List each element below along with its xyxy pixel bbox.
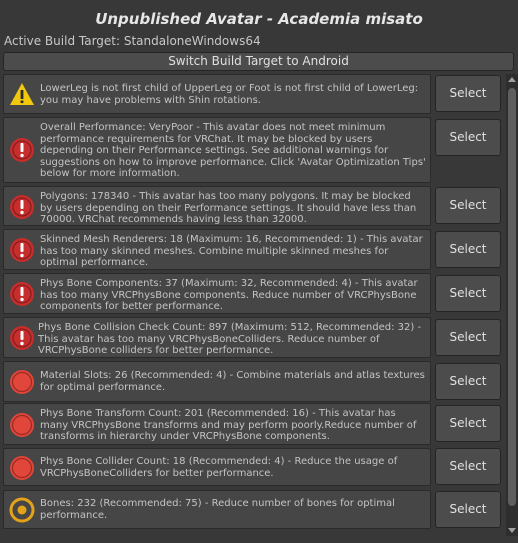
window-title: Unpublished Avatar - Academia misato <box>95 10 423 28</box>
switch-build-target-button[interactable]: Switch Build Target to Android <box>3 52 514 71</box>
red-dot-icon <box>10 456 34 480</box>
message-box: Polygons: 178340 - This avatar has too m… <box>3 186 431 226</box>
select-button[interactable]: Select <box>435 491 501 528</box>
message-row: Bones: 232 (Recommended: 75) - Reduce nu… <box>3 490 503 529</box>
select-button[interactable]: Select <box>435 119 501 156</box>
select-button[interactable]: Select <box>435 75 501 112</box>
select-button[interactable]: Select <box>435 231 501 268</box>
error-exclamation-icon <box>10 282 34 306</box>
select-button[interactable]: Select <box>435 319 501 356</box>
active-build-target-label: Active Build Target: StandaloneWindows64 <box>4 34 261 48</box>
message-text: Bones: 232 (Recommended: 75) - Reduce nu… <box>40 498 395 521</box>
red-dot-icon <box>10 370 34 394</box>
vertical-scrollbar[interactable] <box>506 74 518 536</box>
message-text: Skinned Mesh Renderers: 18 (Maximum: 16,… <box>40 234 423 268</box>
scroll-down-arrow-icon[interactable] <box>508 528 516 533</box>
message-box: Skinned Mesh Renderers: 18 (Maximum: 16,… <box>3 229 431 270</box>
error-exclamation-icon <box>10 138 34 162</box>
message-text: Phys Bone Components: 37 (Maximum: 32, R… <box>40 278 418 312</box>
message-row: Overall Performance: VeryPoor - This ava… <box>3 117 503 183</box>
message-row: Phys Bone Collision Check Count: 897 (Ma… <box>3 317 503 358</box>
select-button[interactable]: Select <box>435 187 501 224</box>
message-row: Phys Bone Collider Count: 18 (Recommende… <box>3 448 503 486</box>
message-box: Phys Bone Transform Count: 201 (Recommen… <box>3 403 431 445</box>
message-row: Polygons: 178340 - This avatar has too m… <box>3 186 503 226</box>
validation-message-list: LowerLeg is not first child of UpperLeg … <box>0 74 506 536</box>
select-button[interactable]: Select <box>435 275 501 312</box>
message-text: Material Slots: 26 (Recommended: 4) - Co… <box>40 370 425 393</box>
message-text: Phys Bone Collision Check Count: 897 (Ma… <box>38 322 422 356</box>
message-row: LowerLeg is not first child of UpperLeg … <box>3 74 503 114</box>
warning-icon <box>10 83 34 105</box>
message-box: Overall Performance: VeryPoor - This ava… <box>3 117 431 183</box>
message-box: Phys Bone Components: 37 (Maximum: 32, R… <box>3 273 431 314</box>
select-button[interactable]: Select <box>435 405 501 442</box>
message-row: Skinned Mesh Renderers: 18 (Maximum: 16,… <box>3 229 503 270</box>
scrollbar-thumb[interactable] <box>508 88 516 506</box>
message-text: LowerLeg is not first child of UpperLeg … <box>40 83 419 106</box>
red-dot-icon <box>10 413 34 437</box>
scroll-up-arrow-icon[interactable] <box>508 77 516 82</box>
message-box: LowerLeg is not first child of UpperLeg … <box>3 74 431 114</box>
message-box: Phys Bone Collision Check Count: 897 (Ma… <box>3 317 431 358</box>
message-row: Material Slots: 26 (Recommended: 4) - Co… <box>3 361 503 402</box>
select-button[interactable]: Select <box>435 448 501 485</box>
message-text: Overall Performance: VeryPoor - This ava… <box>40 122 426 179</box>
message-text: Phys Bone Collider Count: 18 (Recommende… <box>40 456 398 479</box>
yellow-ring-icon <box>9 497 35 523</box>
error-exclamation-icon <box>10 195 34 219</box>
message-box: Bones: 232 (Recommended: 75) - Reduce nu… <box>3 490 431 529</box>
message-row: Phys Bone Components: 37 (Maximum: 32, R… <box>3 273 503 314</box>
message-text: Polygons: 178340 - This avatar has too m… <box>40 191 417 225</box>
message-row: Phys Bone Transform Count: 201 (Recommen… <box>3 403 503 445</box>
error-exclamation-icon <box>10 238 34 262</box>
message-text: Phys Bone Transform Count: 201 (Recommen… <box>40 408 417 442</box>
message-box: Material Slots: 26 (Recommended: 4) - Co… <box>3 361 431 402</box>
error-exclamation-icon <box>10 326 34 350</box>
select-button[interactable]: Select <box>435 363 501 400</box>
message-box: Phys Bone Collider Count: 18 (Recommende… <box>3 448 431 486</box>
